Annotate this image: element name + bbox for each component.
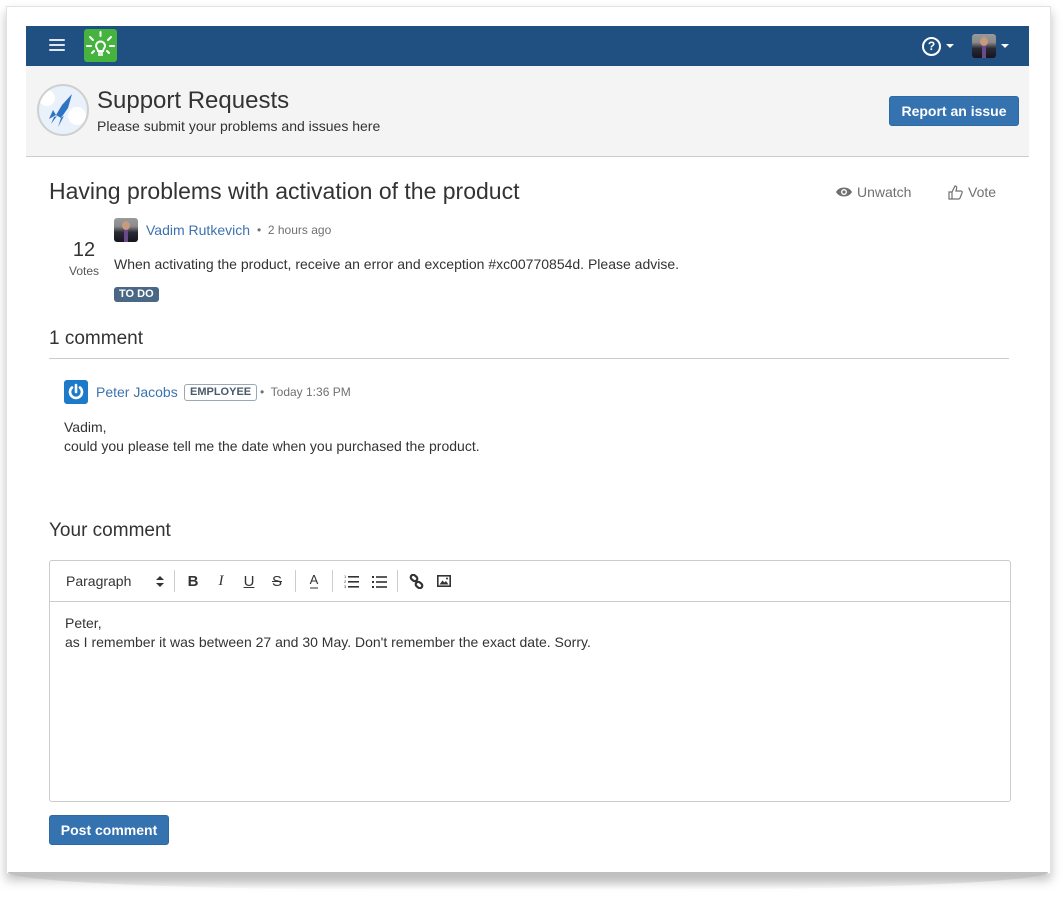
editor-toolbar: Paragraph B I U S A 1 2 3: [50, 561, 1010, 602]
divider: [49, 358, 1009, 359]
comment-time: Today 1:36 PM: [270, 385, 351, 399]
comment-meta: • Today 1:36 PM: [260, 385, 351, 399]
numbered-list-icon: 1 2 3: [344, 574, 359, 588]
portal-title: Support Requests: [97, 87, 290, 114]
unwatch-label: Unwatch: [857, 184, 912, 200]
employee-badge: EMPLOYEE: [184, 384, 258, 401]
vote-button[interactable]: Vote: [948, 184, 996, 200]
power-icon: [68, 383, 84, 400]
votes-label: Votes: [68, 264, 100, 278]
comment-textarea[interactable]: Peter, as I remember it was between 27 a…: [50, 602, 1010, 664]
strikethrough-button[interactable]: S: [263, 568, 291, 594]
text-color-button[interactable]: A: [300, 568, 328, 594]
eye-icon: [836, 187, 852, 197]
italic-icon: I: [218, 572, 224, 589]
top-navigation-bar: ?: [26, 26, 1029, 66]
caret-down-icon: [946, 44, 954, 48]
link-icon: [409, 573, 423, 589]
commenter-name-link[interactable]: Peter Jacobs: [96, 384, 178, 400]
portal-header: Support Requests Please submit your prob…: [26, 66, 1029, 157]
request-time: 2 hours ago: [267, 223, 332, 237]
vote-label: Vote: [968, 184, 997, 200]
comments-heading: 1 comment: [49, 328, 143, 349]
lightbulb-icon[interactable]: [84, 29, 117, 62]
toolbar-separator: [332, 570, 333, 592]
user-menu-button[interactable]: [972, 33, 1009, 59]
reporter-avatar: [114, 218, 138, 242]
hamburger-icon[interactable]: [49, 39, 65, 52]
underline-button[interactable]: U: [235, 568, 263, 594]
request-description: When activating the product, receive an …: [114, 256, 680, 272]
strikethrough-icon: S: [271, 572, 282, 590]
reporter-name-link[interactable]: Vadim Rutkevich: [146, 222, 250, 238]
text-color-icon: A: [309, 572, 319, 589]
page-shadow: [8, 872, 1048, 890]
status-badge: TO DO: [114, 287, 159, 302]
post-comment-button[interactable]: Post comment: [49, 815, 169, 845]
insert-image-button[interactable]: [430, 568, 458, 594]
comment-body: Vadim, could you please tell me the date…: [64, 418, 480, 456]
toolbar-separator: [174, 570, 175, 592]
sort-arrows-icon: [156, 575, 164, 587]
unwatch-button[interactable]: Unwatch: [836, 184, 911, 200]
editor-line: Peter,: [65, 615, 102, 631]
numbered-list-button[interactable]: 1 2 3: [337, 568, 365, 594]
user-avatar: [972, 34, 996, 58]
commenter-avatar: [64, 380, 88, 404]
separator-dot: •: [257, 223, 262, 237]
your-comment-heading: Your comment: [49, 520, 171, 541]
rocket-icon: [37, 84, 89, 136]
bullet-list-button[interactable]: [365, 568, 393, 594]
thumbs-up-icon: [948, 184, 963, 200]
question-circle-icon: ?: [922, 36, 941, 56]
italic-button[interactable]: I: [207, 568, 235, 594]
paragraph-format-select[interactable]: Paragraph: [60, 573, 170, 589]
toolbar-separator: [295, 570, 296, 592]
reporter-meta: • 2 hours ago: [257, 223, 331, 237]
toolbar-separator: [397, 570, 398, 592]
separator-dot: •: [260, 385, 265, 399]
bullet-list-icon: [371, 575, 387, 588]
votes-count: 12: [72, 239, 96, 261]
help-menu-button[interactable]: ?: [922, 36, 954, 56]
comment-editor: Paragraph B I U S A 1 2 3 Peter, as I re…: [49, 560, 1011, 802]
format-select-value: Paragraph: [66, 573, 132, 589]
comment-line: could you please tell me the date when y…: [64, 438, 480, 454]
comment-line: Vadim,: [64, 419, 107, 435]
bold-icon: B: [187, 572, 199, 590]
portal-subtitle: Please submit your problems and issues h…: [97, 118, 381, 134]
bold-button[interactable]: B: [179, 568, 207, 594]
svg-text:3: 3: [344, 584, 347, 588]
editor-line: as I remember it was between 27 and 30 M…: [65, 634, 591, 650]
insert-link-button[interactable]: [402, 568, 430, 594]
caret-down-icon: [1001, 44, 1009, 48]
request-title: Having problems with activation of the p…: [49, 178, 520, 204]
underline-icon: U: [243, 572, 255, 590]
image-icon: [437, 575, 451, 587]
report-issue-button[interactable]: Report an issue: [889, 96, 1019, 126]
